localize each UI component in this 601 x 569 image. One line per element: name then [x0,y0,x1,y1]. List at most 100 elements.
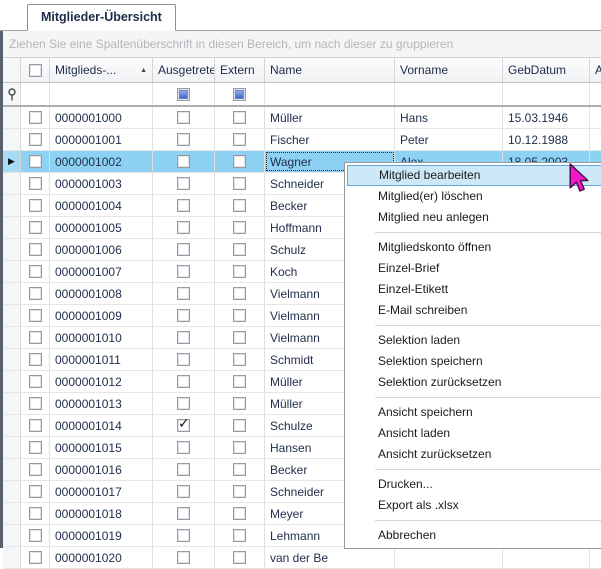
ausgetreten-checkbox[interactable] [177,353,190,366]
table-row[interactable]: 0000001001FischerPeter10.12.1988 [3,129,601,151]
row-select-cell[interactable] [21,547,50,568]
cell-extern[interactable] [215,173,265,194]
filter-cell-select[interactable] [21,83,50,105]
column-header-mitgliedsnr[interactable]: Mitglieds-... ▲ [50,58,153,82]
cell-mitgliedsnr[interactable]: 0000001009 [50,305,153,326]
ausgetreten-checkbox[interactable] [177,221,190,234]
cell-mitgliedsnr[interactable]: 0000001000 [50,107,153,128]
menu-item-export-als-xlsx[interactable]: Export als .xlsx [347,495,601,516]
cell-ausgetreten[interactable] [153,327,215,348]
filter-cell-mitgliedsnr[interactable] [50,83,153,105]
cell-extern[interactable] [215,129,265,150]
ausgetreten-checkbox[interactable] [177,463,190,476]
ausgetreten-checkbox[interactable] [177,507,190,520]
extern-checkbox[interactable] [233,375,246,388]
cell-extern[interactable] [215,437,265,458]
row-select-cell[interactable] [21,239,50,260]
extern-checkbox[interactable] [233,287,246,300]
row-select-checkbox[interactable] [29,353,42,366]
row-select-cell[interactable] [21,261,50,282]
row-select-cell[interactable] [21,437,50,458]
row-select-cell[interactable] [21,195,50,216]
cell-ausgetreten[interactable] [153,239,215,260]
row-select-checkbox[interactable] [29,529,42,542]
menu-item-ansicht-zur-cksetzen[interactable]: Ansicht zurücksetzen [347,444,601,465]
row-select-checkbox[interactable] [29,199,42,212]
row-select-checkbox[interactable] [29,309,42,322]
ausgetreten-checkbox[interactable] [177,485,190,498]
cell-mitgliedsnr[interactable]: 0000001004 [50,195,153,216]
cell-cutoff[interactable] [590,107,601,128]
ausgetreten-checkbox[interactable] [177,441,190,454]
row-select-checkbox[interactable] [29,243,42,256]
row-select-cell[interactable] [21,129,50,150]
extern-checkbox[interactable] [233,133,246,146]
extern-checkbox[interactable] [233,265,246,278]
row-select-checkbox[interactable] [29,177,42,190]
extern-checkbox[interactable] [233,243,246,256]
cell-mitgliedsnr[interactable]: 0000001014 [50,415,153,436]
cell-name[interactable]: van der Be [265,547,395,568]
cell-mitgliedsnr[interactable]: 0000001005 [50,217,153,238]
cell-extern[interactable] [215,503,265,524]
ausgetreten-checkbox[interactable] [177,331,190,344]
row-select-cell[interactable] [21,173,50,194]
menu-item-mitgliedskonto-ffnen[interactable]: Mitgliedskonto öffnen [347,237,601,258]
column-header-extern[interactable]: Extern [215,58,265,82]
table-row[interactable]: 0000001000MüllerHans15.03.1946 [3,107,601,129]
extern-checkbox[interactable] [233,441,246,454]
ausgetreten-checkbox[interactable] [177,155,190,168]
row-select-cell[interactable] [21,327,50,348]
cell-ausgetreten[interactable] [153,349,215,370]
cell-ausgetreten[interactable] [153,107,215,128]
cell-extern[interactable] [215,261,265,282]
ausgetreten-checkbox[interactable] [177,551,190,564]
column-header-ausgetreten[interactable]: Ausgetreten [153,58,215,82]
cell-vorname[interactable]: Hans [395,107,503,128]
filter-cell-extern[interactable] [215,83,265,105]
extern-checkbox[interactable] [233,419,246,432]
filter-cell-name[interactable] [265,83,395,105]
row-select-checkbox[interactable] [29,419,42,432]
row-select-cell[interactable] [21,415,50,436]
row-select-cell[interactable] [21,503,50,524]
filter-checkbox-ausgetreten[interactable] [177,88,190,101]
cell-mitgliedsnr[interactable]: 0000001020 [50,547,153,568]
select-all-checkbox[interactable] [29,64,42,77]
ausgetreten-checkbox[interactable] [177,199,190,212]
extern-checkbox[interactable] [233,397,246,410]
table-row[interactable]: 0000001020 van der Be [3,547,601,569]
extern-checkbox[interactable] [233,199,246,212]
extern-checkbox[interactable] [233,529,246,542]
column-header-cutoff[interactable]: A [590,58,601,82]
extern-checkbox[interactable] [233,507,246,520]
row-select-cell[interactable] [21,107,50,128]
cell-ausgetreten[interactable] [153,261,215,282]
cell-ausgetreten[interactable] [153,173,215,194]
cell-mitgliedsnr[interactable]: 0000001019 [50,525,153,546]
menu-item-selektion-laden[interactable]: Selektion laden [347,330,601,351]
ausgetreten-checkbox[interactable] [177,265,190,278]
cell-gebdatum[interactable]: 10.12.1988 [503,129,590,150]
cell-mitgliedsnr[interactable]: 0000001015 [50,437,153,458]
menu-item-einzel-brief[interactable]: Einzel-Brief [347,258,601,279]
column-header-gebdatum[interactable]: GebDatum [503,58,590,82]
row-select-cell[interactable] [21,283,50,304]
ausgetreten-checkbox[interactable] [177,309,190,322]
cell-extern[interactable] [215,459,265,480]
row-select-cell[interactable] [21,393,50,414]
row-select-cell[interactable] [21,459,50,480]
extern-checkbox[interactable] [233,463,246,476]
menu-item-selektion-zur-cksetzen[interactable]: Selektion zurücksetzen [347,372,601,393]
filter-cell-gebdatum[interactable] [503,83,590,105]
cell-extern[interactable] [215,349,265,370]
extern-checkbox[interactable] [233,331,246,344]
cell-name[interactable]: Müller [265,107,395,128]
cell-mitgliedsnr[interactable]: 0000001016 [50,459,153,480]
cell-extern[interactable] [215,107,265,128]
menu-item-mitglied-er-l-schen[interactable]: Mitglied(er) löschen [347,186,601,207]
cell-mitgliedsnr[interactable]: 0000001018 [50,503,153,524]
cell-ausgetreten[interactable] [153,129,215,150]
filter-cell-vorname[interactable] [395,83,503,105]
cell-extern[interactable] [215,217,265,238]
